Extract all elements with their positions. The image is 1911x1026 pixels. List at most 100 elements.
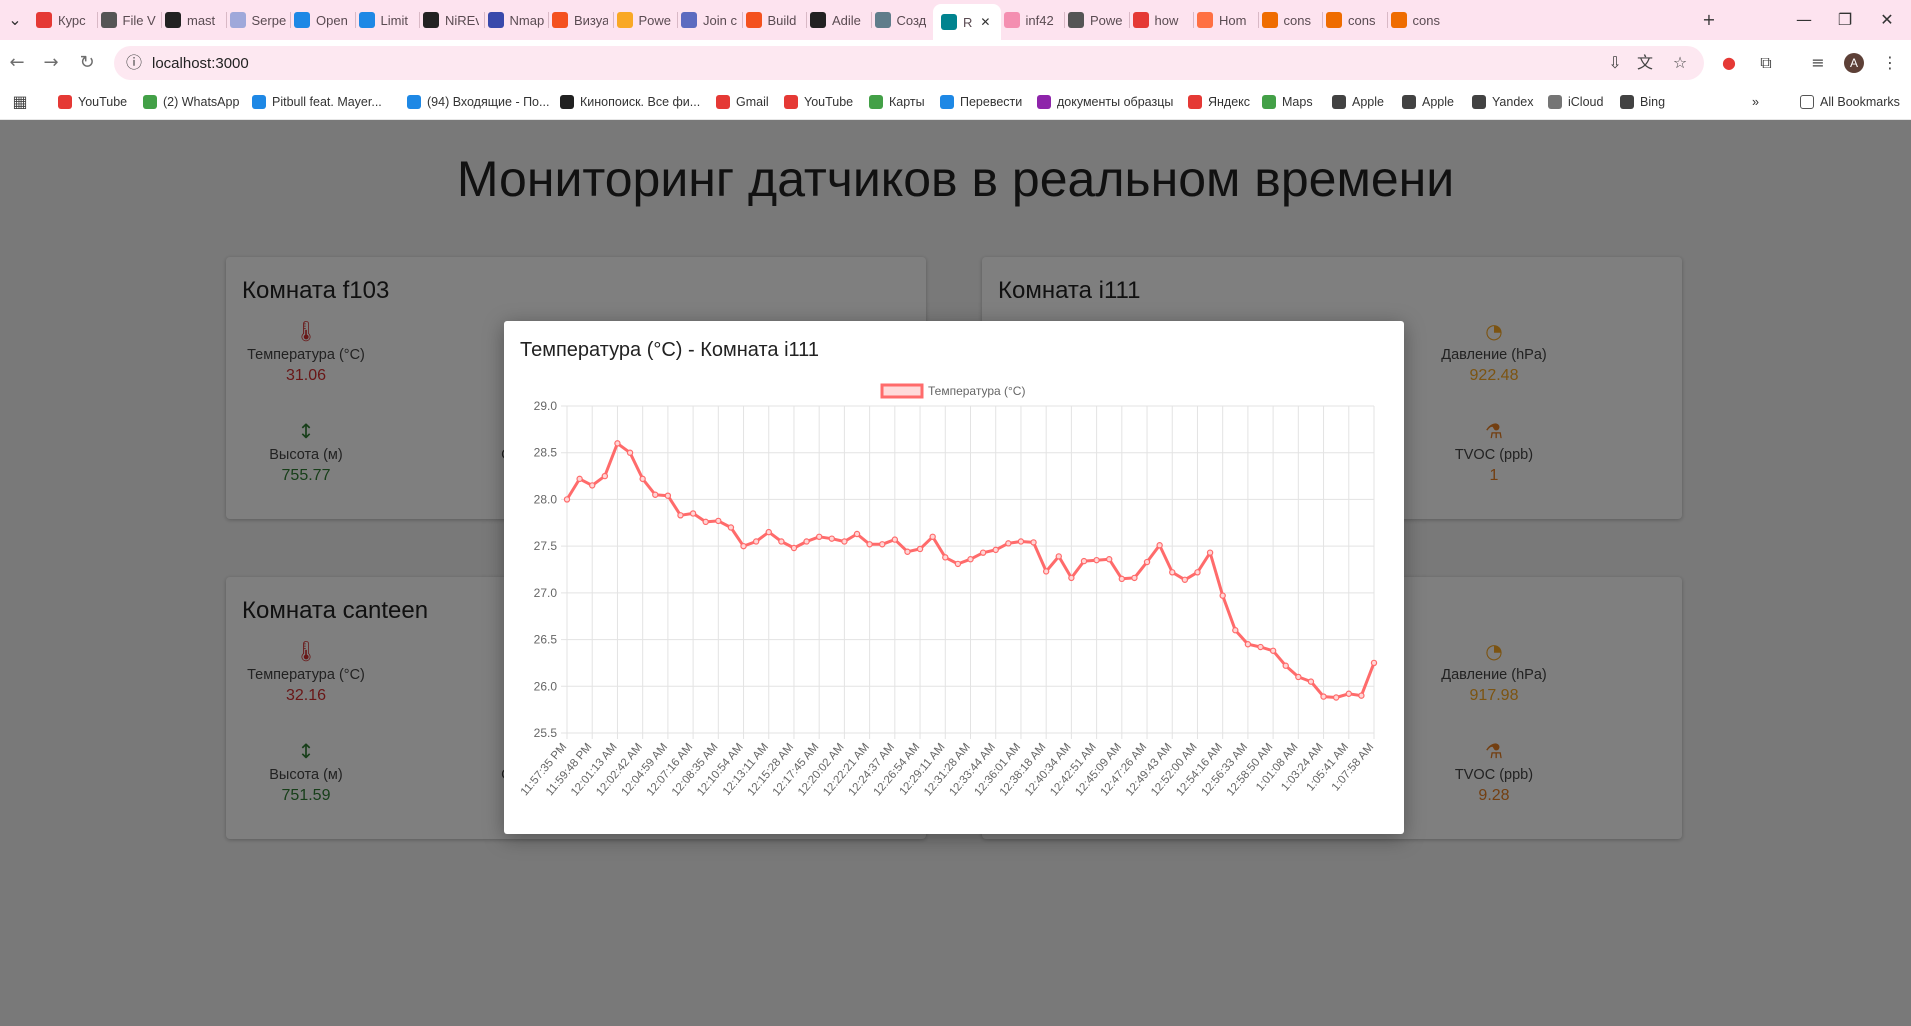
browser-tab[interactable]: cons <box>1326 6 1382 34</box>
profile-avatar[interactable]: A <box>1844 53 1864 73</box>
bookmark-item[interactable]: YouTube <box>58 92 127 112</box>
browser-tab[interactable]: Визуа <box>552 6 608 34</box>
data-point <box>1244 641 1252 648</box>
browser-tab[interactable]: inf42 <box>1003 6 1060 34</box>
bookmark-item[interactable]: Apple <box>1332 92 1384 112</box>
browser-tab[interactable]: how <box>1132 6 1189 34</box>
reading-list-icon[interactable]: ≡ <box>1808 53 1828 73</box>
browser-tab[interactable]: Join c <box>681 6 737 34</box>
data-point <box>1068 574 1075 582</box>
browser-tab[interactable]: Hom <box>1197 6 1253 34</box>
browser-tab[interactable]: Powe <box>616 6 673 34</box>
bookmark-item[interactable]: (2) WhatsApp <box>143 92 239 112</box>
data-point <box>752 538 760 545</box>
bookmark-item[interactable]: Yandex <box>1472 92 1533 112</box>
data-point <box>954 560 962 568</box>
data-point <box>828 535 835 542</box>
bookmark-item[interactable]: Яндекс <box>1188 92 1250 112</box>
reload-button[interactable]: ↻ <box>72 50 102 76</box>
data-point <box>664 492 672 499</box>
data-point <box>765 528 772 536</box>
y-tick-label: 28.5 <box>534 446 558 460</box>
bookmark-favicon-icon <box>1332 95 1346 109</box>
bookmark-item[interactable]: документы образцы <box>1037 92 1173 112</box>
tab-label: Powe <box>638 12 672 28</box>
bookmark-item[interactable]: Карты <box>869 92 925 112</box>
install-app-icon[interactable]: ⇩ <box>1605 53 1625 73</box>
data-point <box>1282 662 1289 669</box>
tab-label: Курс <box>58 12 86 28</box>
tab-search-chevron-icon[interactable]: ⌄ <box>0 8 30 32</box>
opera-icon[interactable]: ● <box>1719 53 1739 73</box>
address-bar[interactable] <box>114 46 1704 80</box>
browser-tab[interactable]: mast <box>165 6 221 34</box>
data-point <box>967 556 974 563</box>
browser-tab[interactable]: cons <box>1390 6 1447 34</box>
url-text[interactable]: localhost:3000 <box>152 55 249 72</box>
bookmark-label: YouTube <box>78 95 128 109</box>
bookmark-item[interactable]: Pitbull feat. Mayer... <box>252 92 382 112</box>
bookmark-item[interactable]: Apple <box>1402 92 1454 112</box>
bookmark-label: документы образцы <box>1057 95 1174 109</box>
data-point <box>652 491 659 498</box>
tab-favicon-icon <box>1326 12 1342 28</box>
bookmark-item[interactable]: (94) Входящие - По... <box>407 92 549 112</box>
data-point <box>1345 690 1352 697</box>
browser-tab[interactable]: Build <box>745 6 802 34</box>
close-window-button[interactable]: ✕ <box>1872 8 1902 32</box>
browser-tab[interactable]: Созд <box>874 6 931 34</box>
bookmark-item[interactable]: Перевести <box>940 92 1022 112</box>
translate-icon[interactable]: 文 <box>1635 53 1655 73</box>
browser-tab[interactable]: Курс <box>36 6 92 34</box>
bookmark-label: Pitbull feat. Mayer... <box>272 95 382 109</box>
data-point <box>601 472 609 480</box>
browser-tab[interactable]: cons <box>1261 6 1318 34</box>
bookmark-item[interactable]: YouTube <box>784 92 853 112</box>
extensions-icon[interactable]: ⧉ <box>1756 53 1776 73</box>
site-info-icon[interactable]: ⓘ <box>124 53 144 73</box>
data-point <box>639 475 646 483</box>
minimize-button[interactable]: — <box>1789 8 1819 32</box>
bookmarks-more-button[interactable]: » <box>1752 92 1759 112</box>
close-tab-icon[interactable]: ✕ <box>980 15 990 29</box>
bookmark-favicon-icon <box>252 95 266 109</box>
bookmark-item[interactable]: iCloud <box>1548 92 1603 112</box>
tab-label: Limit <box>380 12 408 28</box>
menu-kebab-icon[interactable]: ⋮ <box>1880 53 1900 73</box>
browser-tab[interactable]: Nmap <box>487 6 544 34</box>
browser-tab[interactable]: R ✕ <box>933 4 1001 40</box>
bookmark-favicon-icon <box>1620 95 1634 109</box>
bookmark-favicon-icon <box>1472 95 1486 109</box>
new-tab-button[interactable]: + <box>1694 8 1724 32</box>
data-point <box>1131 574 1138 582</box>
tab-separator <box>870 12 872 28</box>
bookmark-star-icon[interactable]: ☆ <box>1670 53 1690 73</box>
bookmark-item[interactable]: Gmail <box>716 92 769 112</box>
bookmark-item[interactable]: Кинопоиск. Все фи... <box>560 92 700 112</box>
bookmark-favicon-icon <box>716 95 730 109</box>
restore-button[interactable]: ❐ <box>1830 8 1860 32</box>
tab-separator <box>677 12 678 28</box>
browser-tab[interactable]: Open <box>294 6 350 34</box>
browser-tab[interactable]: NiREv <box>423 6 479 34</box>
forward-button[interactable]: → <box>36 50 66 76</box>
tab-label: Визуа <box>574 12 608 28</box>
back-button[interactable]: ← <box>2 50 32 76</box>
data-point <box>740 542 747 550</box>
tab-separator <box>419 12 420 28</box>
bookmark-item[interactable]: Bing <box>1620 92 1665 112</box>
bookmark-favicon-icon <box>407 95 421 109</box>
browser-tab[interactable]: Powe <box>1068 6 1124 34</box>
y-tick-label: 26.0 <box>534 679 558 693</box>
bookmark-label: Apple <box>1352 95 1384 109</box>
browser-tab[interactable]: Serpe <box>229 6 286 34</box>
tab-separator <box>483 12 485 28</box>
tab-separator <box>1386 12 1388 28</box>
all-bookmarks-button[interactable]: All Bookmarks <box>1800 92 1900 112</box>
bookmark-item[interactable]: Maps <box>1262 92 1313 112</box>
browser-tab[interactable]: File V <box>100 6 157 34</box>
browser-tab[interactable]: Limit <box>358 6 415 34</box>
browser-tab[interactable]: Adile <box>810 6 866 34</box>
apps-grid-icon[interactable]: ▦ <box>10 92 30 112</box>
data-point <box>1042 568 1050 575</box>
